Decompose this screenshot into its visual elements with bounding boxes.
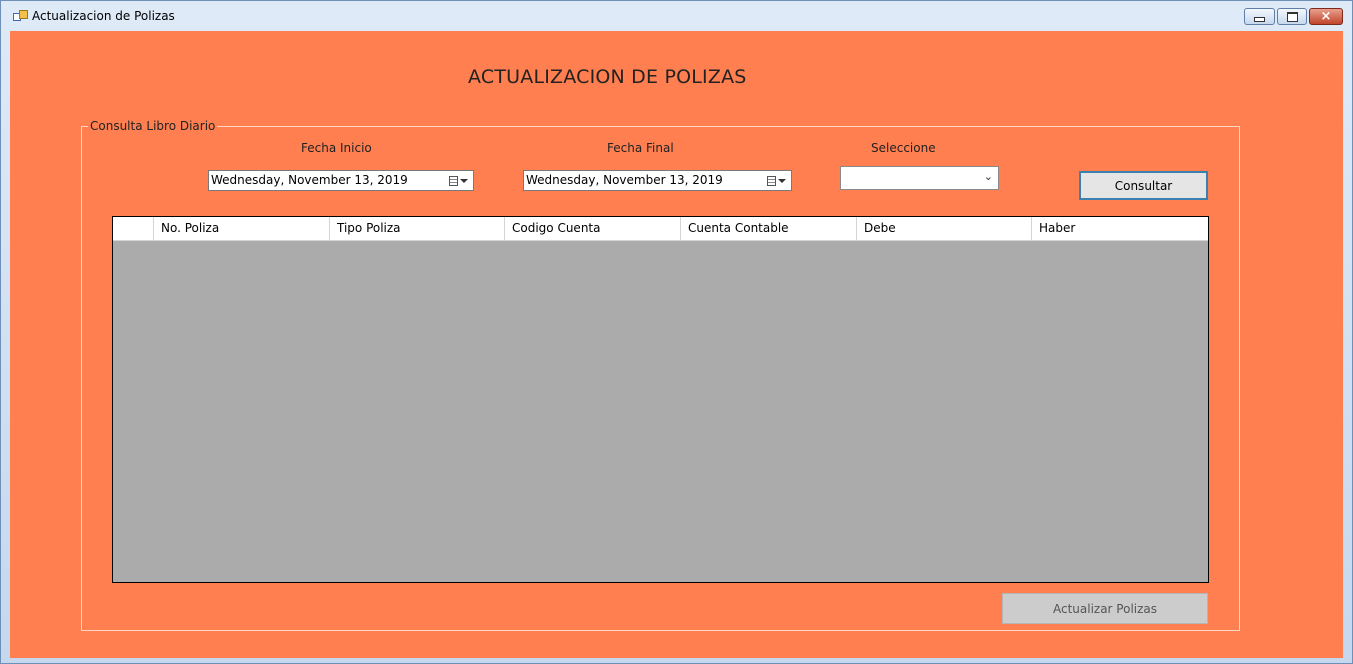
calendar-icon (449, 176, 458, 186)
actualizar-polizas-button[interactable]: Actualizar Polizas (1002, 593, 1208, 624)
page-title: ACTUALIZACION DE POLIZAS (468, 66, 747, 88)
fecha-inicio-value: Wednesday, November 13, 2019 (211, 173, 408, 187)
fecha-inicio-dropdown[interactable] (449, 175, 469, 187)
fecha-final-value: Wednesday, November 13, 2019 (526, 173, 723, 187)
row-header-corner[interactable] (113, 217, 154, 240)
fecha-inicio-label: Fecha Inicio (301, 141, 372, 155)
chevron-down-icon[interactable]: ⌄ (984, 170, 993, 183)
column-header-debe[interactable]: Debe (857, 217, 1032, 240)
app-icon (13, 10, 28, 22)
fecha-final-dropdown[interactable] (767, 175, 787, 187)
app-window: Actualizacion de Polizas × ACTUALIZACION… (0, 0, 1353, 664)
seleccione-combobox[interactable]: ⌄ (840, 166, 999, 190)
fecha-final-label: Fecha Final (607, 141, 674, 155)
close-button[interactable]: × (1309, 8, 1343, 25)
column-header-no-poliza[interactable]: No. Poliza (154, 217, 330, 240)
title-bar[interactable]: Actualizacion de Polizas × (1, 1, 1352, 31)
minimize-button[interactable] (1244, 8, 1275, 25)
dropdown-arrow-icon (460, 179, 468, 183)
window-title: Actualizacion de Polizas (32, 9, 175, 23)
grid-header: No. Poliza Tipo Poliza Codigo Cuenta Cue… (113, 217, 1208, 241)
column-header-codigo-cuenta[interactable]: Codigo Cuenta (505, 217, 681, 240)
maximize-button[interactable] (1277, 8, 1307, 25)
calendar-icon (767, 176, 776, 186)
groupbox-label: Consulta Libro Diario (88, 119, 218, 133)
consultar-button[interactable]: Consultar (1079, 171, 1208, 200)
column-header-haber[interactable]: Haber (1032, 217, 1208, 240)
dropdown-arrow-icon (778, 179, 786, 183)
fecha-inicio-datepicker[interactable]: Wednesday, November 13, 2019 (208, 170, 474, 191)
seleccione-label: Seleccione (871, 141, 936, 155)
minimize-icon (1254, 16, 1265, 22)
column-header-tipo-poliza[interactable]: Tipo Poliza (330, 217, 505, 240)
maximize-icon (1286, 11, 1298, 22)
column-header-cuenta-contable[interactable]: Cuenta Contable (681, 217, 857, 240)
form-client-area: ACTUALIZACION DE POLIZAS Consulta Libro … (10, 31, 1343, 658)
polizas-grid[interactable]: No. Poliza Tipo Poliza Codigo Cuenta Cue… (112, 216, 1209, 583)
close-icon: × (1320, 9, 1332, 24)
fecha-final-datepicker[interactable]: Wednesday, November 13, 2019 (523, 170, 792, 191)
